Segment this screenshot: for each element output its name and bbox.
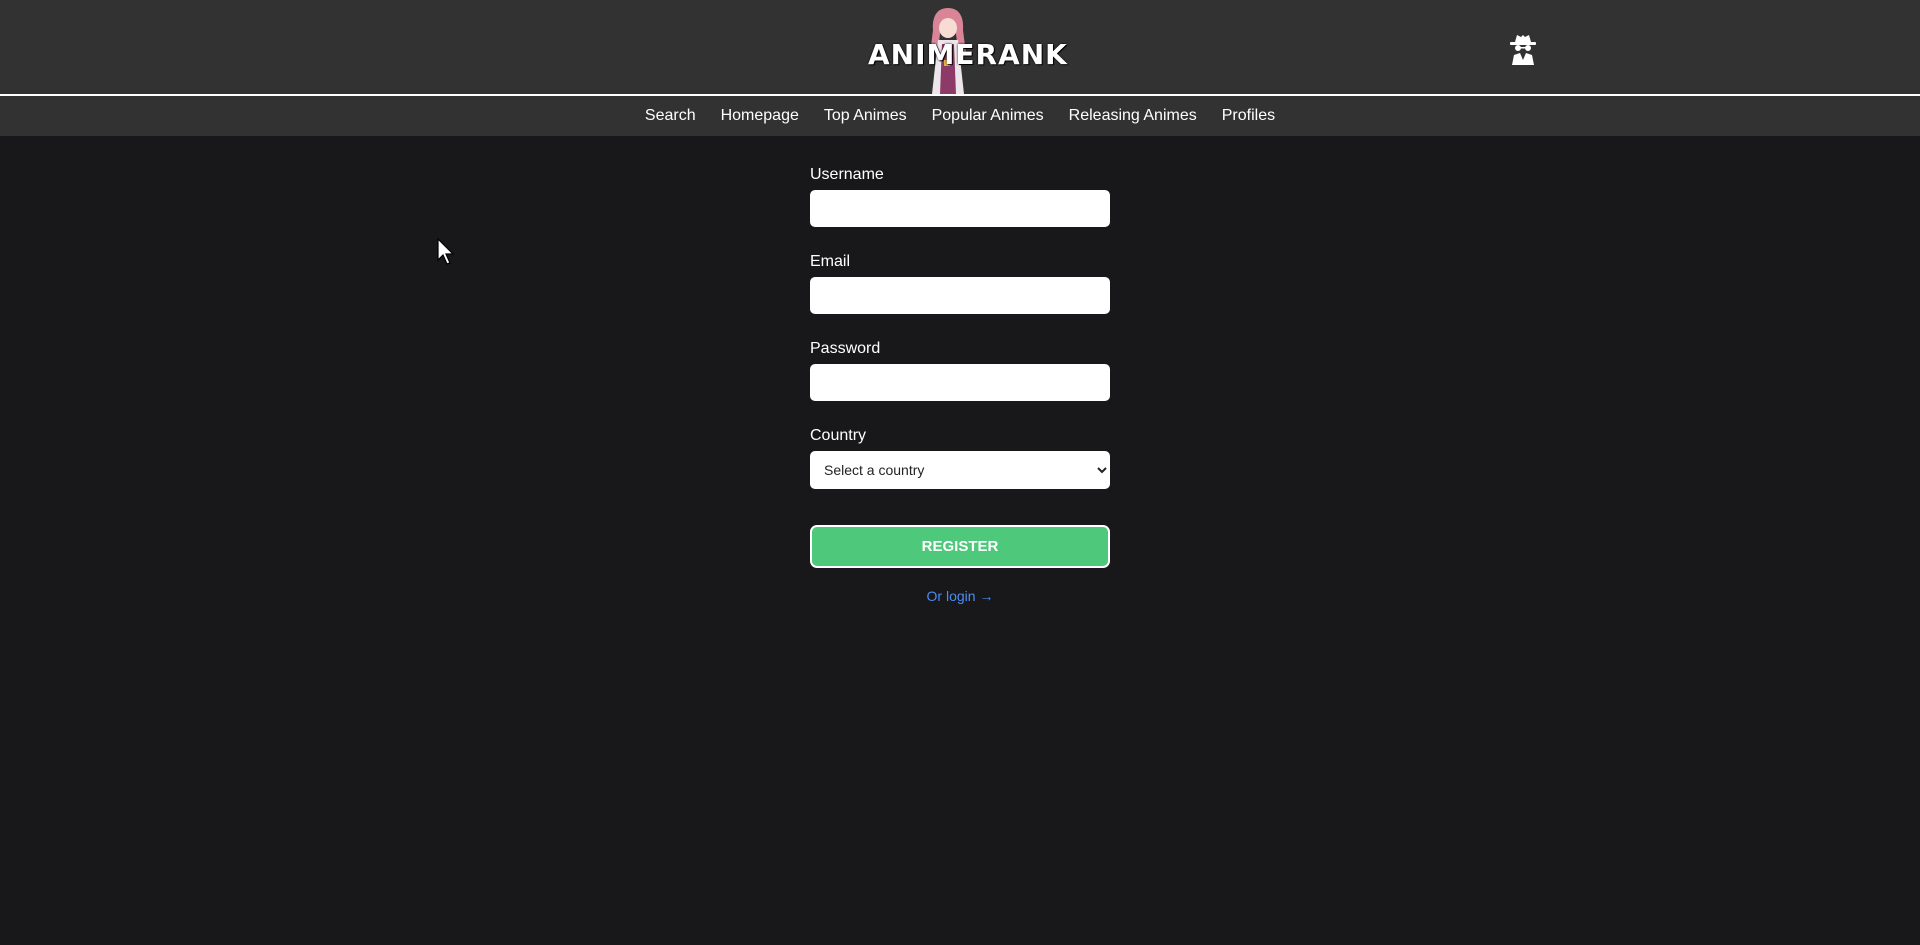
- nav-profiles[interactable]: Profiles: [1222, 107, 1275, 125]
- country-label: Country: [810, 427, 867, 444]
- nav-search[interactable]: Search: [645, 107, 696, 125]
- username-input[interactable]: [810, 190, 1110, 227]
- nav-homepage[interactable]: Homepage: [721, 107, 799, 125]
- password-label: Password: [810, 340, 881, 357]
- password-input[interactable]: [810, 364, 1110, 401]
- username-label: Username: [810, 166, 884, 183]
- logo-text: ANIMERANK: [868, 38, 1068, 71]
- nav-releasing-animes[interactable]: Releasing Animes: [1069, 107, 1197, 125]
- nav-popular-animes[interactable]: Popular Animes: [932, 107, 1044, 125]
- incognito-user-icon[interactable]: [1508, 33, 1538, 65]
- nav-top-animes[interactable]: Top Animes: [824, 107, 907, 125]
- email-input[interactable]: [810, 277, 1110, 314]
- login-link[interactable]: Or login →: [810, 588, 1110, 604]
- email-label: Email: [810, 253, 851, 270]
- mouse-pointer-icon: [437, 238, 455, 265]
- site-logo[interactable]: ANIMERANK: [868, 4, 1068, 94]
- top-header: ANIMERANK: [0, 0, 1920, 96]
- register-button[interactable]: REGISTER: [810, 525, 1110, 568]
- main-nav: Search Homepage Top Animes Popular Anime…: [0, 96, 1920, 136]
- country-select[interactable]: Select a country: [810, 451, 1110, 489]
- register-form: Username Email Password Country Select a…: [810, 164, 1110, 604]
